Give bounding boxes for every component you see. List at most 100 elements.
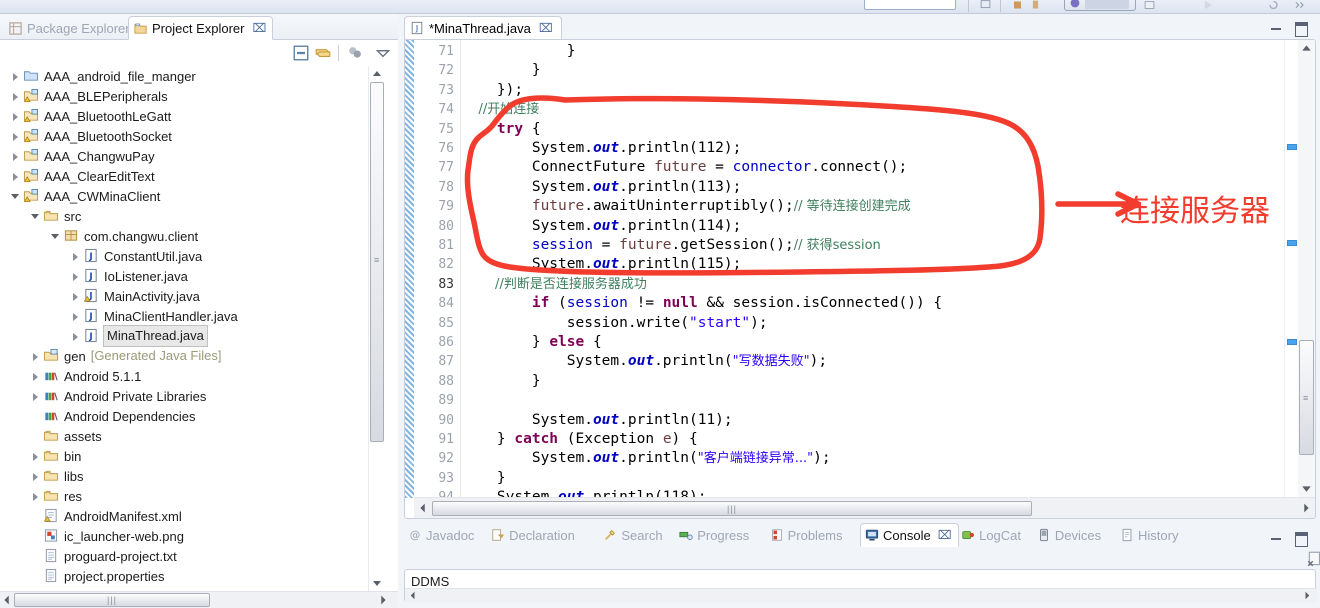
code-line[interactable]: } — [462, 469, 506, 488]
scroll-up-arrow-icon[interactable] — [1298, 40, 1315, 57]
tree-item-bin[interactable]: bin — [0, 446, 382, 466]
tree-item-aaa-android-file-manger[interactable]: AAA_android_file_manger — [0, 66, 382, 86]
android-sdk-manager-icon[interactable] — [1028, 0, 1043, 12]
tree-item-assets[interactable]: assets — [0, 426, 382, 446]
expand-arrow-closed-icon[interactable] — [70, 291, 81, 302]
link-with-editor-icon[interactable] — [314, 44, 332, 62]
restore-perspective-icon[interactable] — [1142, 0, 1157, 12]
scroll-left-arrow-icon[interactable] — [0, 592, 14, 608]
tree-item-androidmanifest-xml[interactable]: AndroidManifest.xml — [0, 506, 382, 526]
tab-project-explorer[interactable]: Project Explorer ⌧ — [128, 16, 274, 40]
code-line[interactable]: System.out.println(115); — [462, 255, 742, 274]
tree-item-android-dependencies[interactable]: Android Dependencies — [0, 406, 382, 426]
tree-item-android-5-1-1[interactable]: Android 5.1.1 — [0, 366, 382, 386]
tab-logcat[interactable]: LogCat — [961, 523, 1021, 547]
expand-arrow-closed-icon[interactable] — [30, 351, 41, 362]
code-line[interactable]: ConnectFuture future = connector.connect… — [462, 158, 907, 177]
tab-package-explorer[interactable]: Package Explorer — [4, 16, 136, 40]
undo-icon[interactable] — [1046, 0, 1061, 12]
tree-item-aaa-changwupay[interactable]: AAA_ChangwuPay — [0, 146, 382, 166]
expand-arrow-closed-icon[interactable] — [10, 71, 21, 82]
code-line[interactable]: if (session != null && session.isConnect… — [462, 294, 942, 313]
expand-arrow-closed-icon[interactable] — [30, 471, 41, 482]
editor-vertical-scrollbar[interactable]: ≡ — [1298, 40, 1315, 498]
view-menu-icon[interactable] — [374, 44, 392, 62]
scroll-right-arrow-icon[interactable] — [1299, 500, 1313, 516]
tab-console[interactable]: Console ⌧ — [860, 523, 959, 547]
new-android-project-icon[interactable] — [1010, 0, 1025, 12]
project-tree[interactable]: AAA_android_file_manger AAA_BLEPeripheral… — [0, 66, 382, 594]
scroll-left-arrow-icon[interactable] — [407, 589, 419, 602]
editor-scroll-thumb[interactable]: ≡ — [1299, 340, 1314, 455]
tree-item-src[interactable]: src — [0, 206, 382, 226]
explorer-vertical-scrollbar[interactable]: ≡ — [368, 66, 384, 594]
expand-arrow-open-icon[interactable] — [50, 231, 61, 242]
tree-item-aaa-bluetoothsocket[interactable]: AAA_BluetoothSocket — [0, 126, 382, 146]
tab-javadoc[interactable]: @ Javadoc — [408, 523, 475, 547]
clear-console-icon[interactable] — [1306, 550, 1320, 568]
overview-marker[interactable] — [1287, 144, 1297, 150]
code-line[interactable]: } — [462, 61, 541, 80]
code-line[interactable]: session.write("start"); — [462, 314, 768, 333]
open-type-icon[interactable] — [978, 0, 993, 12]
explorer-scroll-thumb[interactable]: ≡ — [370, 82, 384, 442]
tree-item-aaa-clearedittext[interactable]: AAA_ClearEditText — [0, 166, 382, 186]
tab-devices[interactable]: Devices — [1037, 523, 1101, 547]
close-icon[interactable]: ⌧ — [252, 17, 266, 40]
overflow-chevrons-icon[interactable] — [1292, 0, 1307, 12]
code-line[interactable]: try { — [462, 120, 541, 139]
expand-arrow-open-icon[interactable] — [30, 211, 41, 222]
run-icon[interactable] — [1200, 0, 1215, 12]
tree-item-res[interactable]: res — [0, 486, 382, 506]
expand-arrow-closed-icon[interactable] — [70, 251, 81, 262]
tab-history[interactable]: History — [1120, 523, 1178, 547]
tree-item-minaclienthandler-java[interactable]: J MinaClientHandler.java — [0, 306, 382, 326]
expand-arrow-closed-icon[interactable] — [30, 391, 41, 402]
code-line[interactable]: } else { — [462, 333, 602, 352]
tree-item-minathread-java[interactable]: J MinaThread.java — [0, 325, 382, 347]
editor-maximize-button[interactable] — [1292, 19, 1308, 37]
toolbar-search-field[interactable] — [864, 0, 956, 10]
editor-source-code[interactable]: } } }); //开始连接 try { System.out.println(… — [462, 40, 1262, 505]
editor-overview-ruler[interactable] — [1284, 40, 1298, 498]
close-icon[interactable]: ⌧ — [539, 17, 553, 40]
scroll-left-arrow-icon[interactable] — [416, 500, 430, 516]
editor-minimize-button[interactable] — [1268, 19, 1284, 35]
tab-declaration[interactable]: Declaration — [491, 523, 575, 547]
code-line[interactable]: System.out.println(112); — [462, 139, 742, 158]
tree-item-aaa-bluetoothlegatt[interactable]: AAA_BluetoothLeGatt — [0, 106, 382, 126]
view-menu-filter-icon[interactable] — [346, 44, 364, 62]
tab-minathread-java[interactable]: J *MinaThread.java ⌧ — [404, 16, 562, 40]
tab-search[interactable]: Search — [603, 523, 663, 547]
expand-arrow-closed-icon[interactable] — [30, 371, 41, 382]
expand-arrow-closed-icon[interactable] — [30, 491, 41, 502]
editor-hscroll-thumb[interactable]: ||| — [432, 501, 1032, 516]
expand-arrow-closed-icon[interactable] — [70, 311, 81, 322]
refresh-icon[interactable] — [1266, 0, 1281, 12]
editor-horizontal-scrollbar[interactable]: ||| — [414, 497, 1315, 518]
tree-item-proguard-project-txt[interactable]: proguard-project.txt — [0, 546, 382, 566]
expand-arrow-closed-icon[interactable] — [10, 151, 21, 162]
code-line[interactable]: System.out.println("客户端链接异常..."); — [462, 449, 831, 468]
console-horizontal-scrollbar[interactable] — [405, 588, 1317, 602]
close-icon[interactable]: ⌧ — [938, 524, 952, 547]
scroll-down-arrow-icon[interactable] — [1298, 480, 1315, 497]
tree-item-aaa-cwminaclient[interactable]: AAA_CWMinaClient — [0, 186, 382, 206]
overview-marker[interactable] — [1287, 339, 1297, 345]
console-output-area[interactable]: DDMS — [404, 569, 1317, 602]
ddms-perspective-icon[interactable] — [1068, 0, 1082, 10]
tree-item-android-private-libraries[interactable]: Android Private Libraries — [0, 386, 382, 406]
tree-item-libs[interactable]: libs — [0, 466, 382, 486]
code-line[interactable]: //开始连接 — [462, 100, 540, 119]
expand-arrow-open-icon[interactable] — [10, 191, 21, 202]
tree-item-project-properties[interactable]: project.properties — [0, 566, 382, 586]
tab-problems[interactable]: Problems — [770, 523, 843, 547]
expand-arrow-closed-icon[interactable] — [10, 91, 21, 102]
code-line[interactable]: System.out.println(114); — [462, 217, 742, 236]
code-line[interactable]: future.awaitUninterruptibly();// 等待连接创建完… — [462, 197, 911, 216]
explorer-hscroll-thumb[interactable]: ||| — [14, 593, 210, 607]
console-maximize-button[interactable] — [1292, 529, 1308, 547]
tree-item-constantutil-java[interactable]: J ConstantUtil.java — [0, 246, 382, 266]
code-line[interactable]: //判断是否连接服务器成功 — [462, 275, 647, 294]
expand-arrow-closed-icon[interactable] — [10, 171, 21, 182]
